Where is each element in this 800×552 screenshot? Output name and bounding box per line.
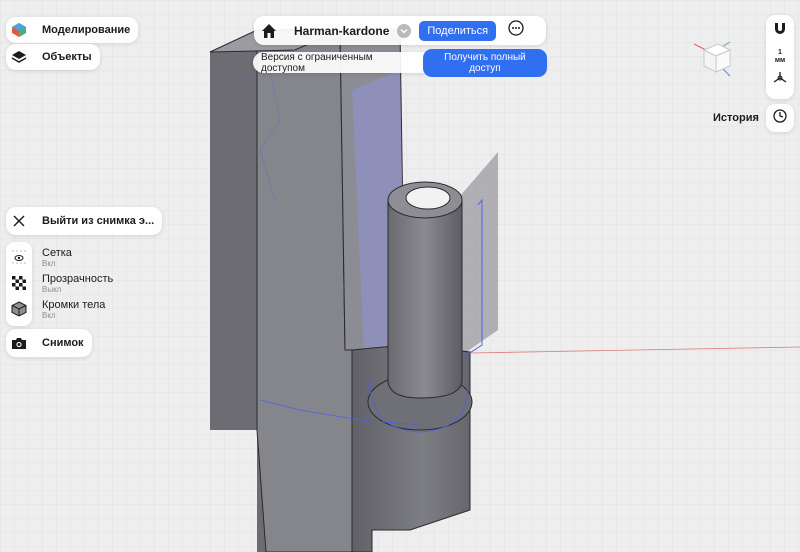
body-edges-toggle[interactable]: Кромки тела Вкл	[6, 296, 113, 322]
exit-snapshot-label: Выйти из снимка э...	[42, 215, 155, 227]
axis-icon[interactable]	[773, 71, 787, 90]
history-label: История	[713, 112, 759, 124]
more-icon[interactable]	[508, 20, 524, 41]
body-edges-label: Кромки тела	[42, 298, 106, 311]
magnet-icon[interactable]	[773, 21, 787, 40]
objects-label: Объекты	[42, 51, 92, 63]
units-label[interactable]: мм	[775, 57, 785, 65]
project-title: Harman-kardone	[294, 23, 390, 38]
right-tool-panel: 1 мм	[766, 15, 794, 99]
units-value: 1	[778, 49, 782, 56]
limited-access-text: Версия с ограниченным доступом	[261, 51, 373, 74]
modeling-icon	[6, 17, 32, 43]
close-icon	[6, 208, 32, 234]
grid-toggle[interactable]: Сетка Вкл	[6, 244, 80, 270]
clock-icon	[773, 108, 787, 128]
checker-icon	[6, 270, 32, 296]
history-button[interactable]	[766, 104, 794, 132]
snapshot-button[interactable]: Снимок	[6, 329, 92, 357]
cylinder-bore	[405, 186, 451, 210]
grid-label: Сетка	[42, 246, 72, 259]
transparency-toggle[interactable]: Прозрачность Выкл	[6, 270, 121, 296]
exit-snapshot-button[interactable]: Выйти из снимка э...	[6, 207, 163, 235]
cube-icon	[6, 296, 32, 322]
camera-icon	[6, 330, 32, 356]
chevron-down-icon[interactable]	[397, 23, 412, 38]
top-toolbar: Harman-kardone Поделиться	[254, 16, 546, 45]
cylinder-body	[387, 199, 463, 399]
snapshot-label: Снимок	[42, 337, 84, 349]
transparency-label: Прозрачность	[42, 272, 114, 285]
view-cube-icon[interactable]	[690, 36, 738, 80]
get-full-access-button[interactable]: Получить полный доступ	[422, 48, 547, 77]
tower-front-face	[256, 29, 353, 552]
body-edges-state: Вкл	[42, 310, 56, 320]
modeling-label: Моделирование	[42, 24, 131, 36]
eye-icon	[6, 244, 32, 270]
transparency-state: Выкл	[42, 284, 62, 294]
objects-menu-item[interactable]: Объекты	[6, 44, 100, 70]
layers-icon	[6, 44, 32, 70]
limited-access-banner: Версия с ограниченным доступом Получить …	[253, 48, 547, 77]
home-icon[interactable]	[254, 23, 284, 39]
modeling-menu-item[interactable]: Моделирование	[6, 17, 139, 43]
grid-state: Вкл	[42, 258, 56, 268]
share-button[interactable]: Поделиться	[419, 20, 497, 41]
